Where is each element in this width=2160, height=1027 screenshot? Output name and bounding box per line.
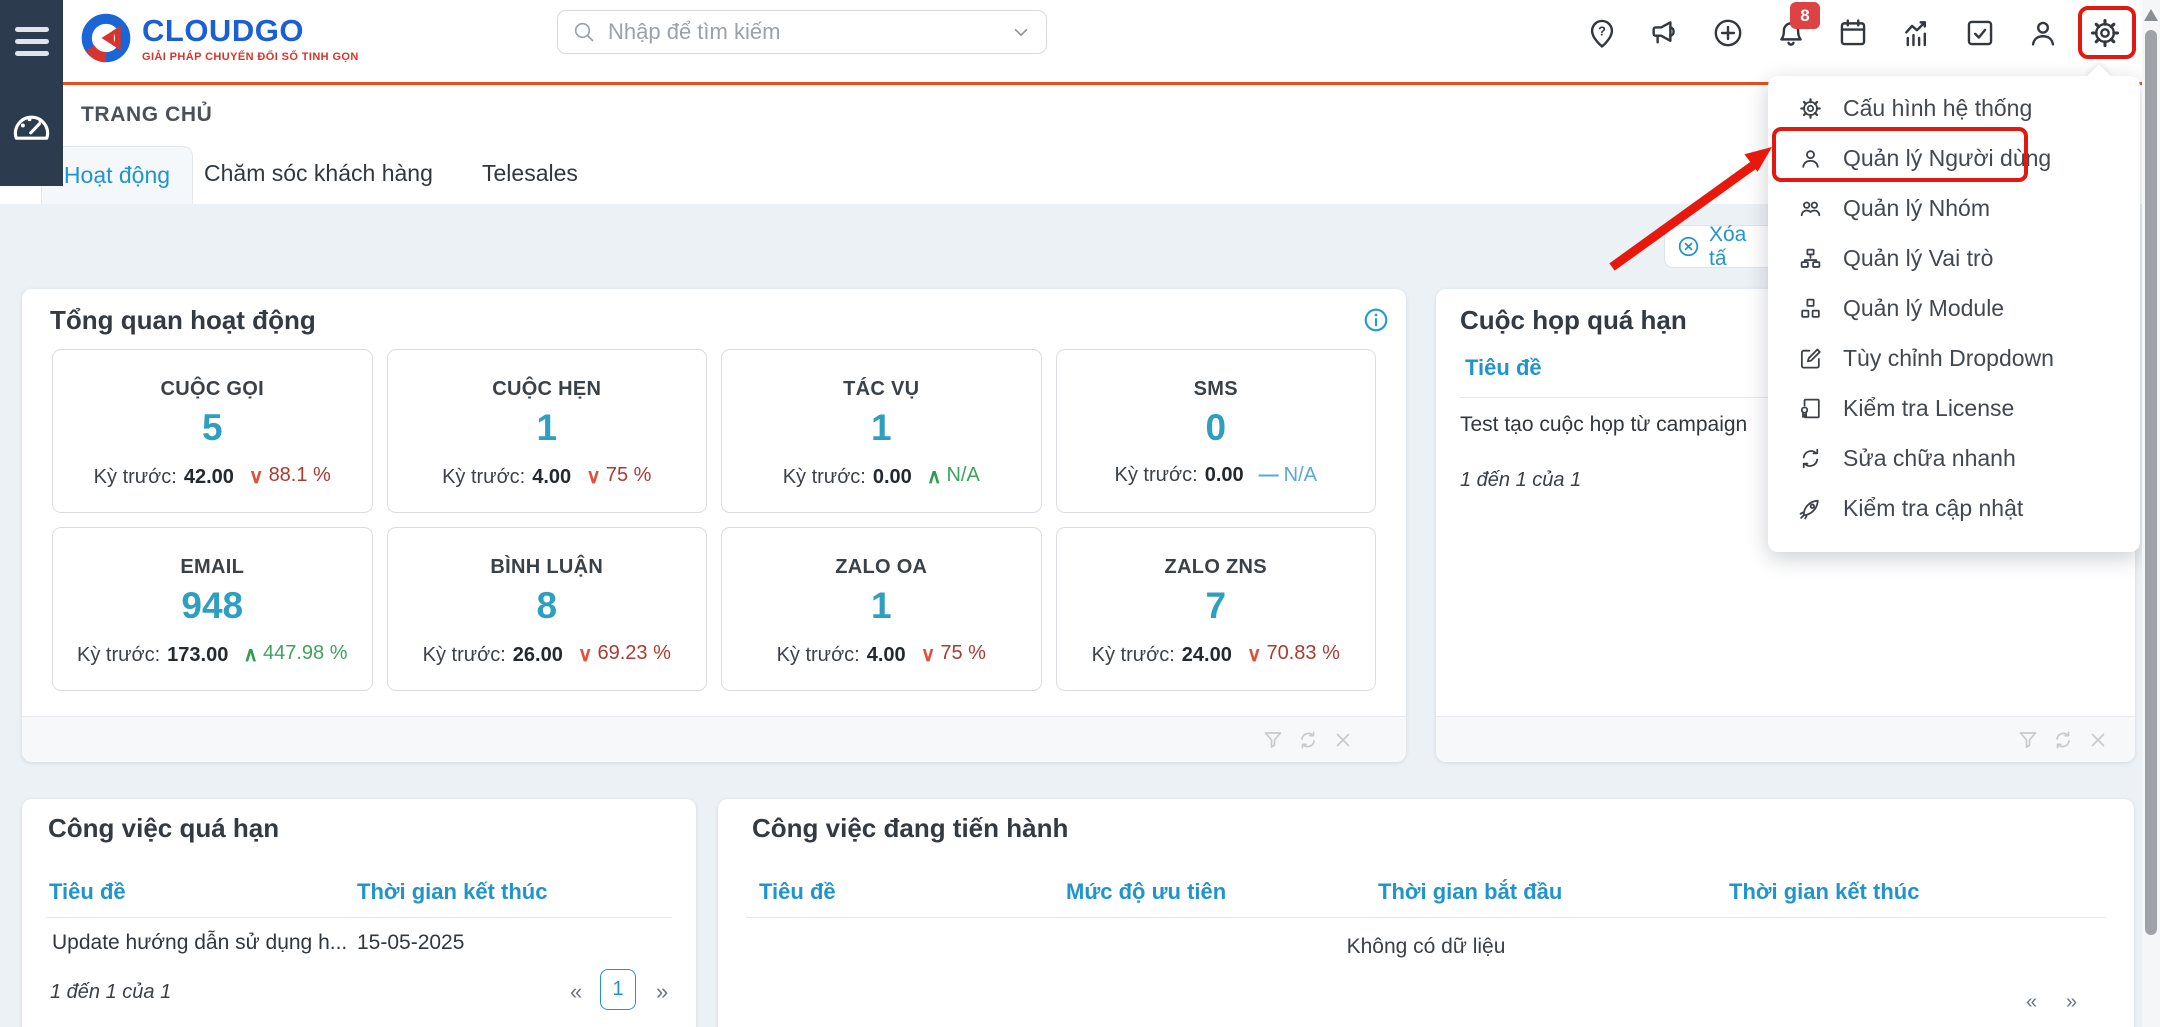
pagination-label: 1 đến 1 của 1: [1460, 469, 1581, 492]
gear-icon[interactable]: [2083, 11, 2127, 55]
dashboard-gauge-icon[interactable]: [8, 100, 55, 147]
menu-item-kiem-tra-cap-nhat[interactable]: Kiểm tra cập nhật: [1768, 483, 2140, 533]
pagination-label: 1 đến 1 của 1: [50, 981, 171, 1004]
rocket-icon: [1798, 496, 1823, 521]
cloudgo-logo: CLOUDGO GIẢI PHÁP CHUYỂN ĐỔI SỐ TINH GỌN: [80, 12, 359, 64]
hierarchy-icon: [1798, 246, 1823, 271]
tab-hoat-dong[interactable]: Hoạt động: [41, 146, 193, 204]
tab-cham-soc-khach-hang[interactable]: Chăm sóc khách hàng: [204, 160, 433, 187]
map-pin-help-icon[interactable]: ?: [1580, 11, 1624, 55]
stat-card-tac-vu: TÁC VỤ 1 Kỳ trước:0.00∧N/A: [721, 349, 1042, 513]
close-icon[interactable]: [1332, 729, 1354, 751]
panel-title: Công việc quá hạn: [48, 813, 279, 844]
column-header-title[interactable]: Tiêu đề: [759, 879, 836, 905]
menu-item-quan-ly-vai-tro[interactable]: Quản lý Vai trò: [1768, 233, 2140, 283]
refresh-icon[interactable]: [1297, 729, 1319, 751]
chevron-down-icon[interactable]: [1010, 21, 1032, 43]
stat-card-zalo-oa: ZALO OA 1 Kỳ trước:4.00∨75 %: [721, 527, 1042, 691]
panel-footer: [1436, 716, 2135, 762]
svg-text:?: ?: [1598, 24, 1606, 39]
user-icon[interactable]: [2021, 11, 2065, 55]
column-header-title[interactable]: Tiêu đề: [49, 879, 126, 905]
top-header: CLOUDGO GIẢI PHÁP CHUYỂN ĐỔI SỐ TINH GỌN…: [0, 0, 2160, 85]
meeting-row[interactable]: Test tạo cuộc họp từ campaign: [1460, 413, 1747, 437]
stat-card-sms: SMS 0 Kỳ trước:0.00—N/A: [1056, 349, 1377, 513]
next-page-button[interactable]: »: [656, 979, 668, 1005]
menu-item-quan-ly-nhom[interactable]: Quản lý Nhóm: [1768, 183, 2140, 233]
overdue-tasks-panel: Công việc quá hạn Tiêu đề Thời gian kết …: [22, 799, 696, 1027]
brand-name: CLOUDGO: [142, 13, 359, 49]
menu-item-tuy-chinh-dropdown[interactable]: Tùy chỉnh Dropdown: [1768, 333, 2140, 383]
activity-overview-panel: Tổng quan hoạt động CUỘC GỌI 5 Kỳ trước:…: [22, 289, 1406, 762]
scrollbar-thumb[interactable]: [2145, 30, 2157, 935]
clear-all-button[interactable]: Xóa tấ: [1664, 225, 1782, 268]
prev-page-button[interactable]: «: [570, 979, 582, 1005]
cloudgo-logo-icon: [80, 12, 132, 64]
refresh-icon: [1798, 446, 1823, 471]
settings-dropdown-menu: Cấu hình hệ thống Quản lý Người dùng Quả…: [1768, 76, 2140, 552]
calendar-icon[interactable]: [1831, 11, 1875, 55]
megaphone-icon[interactable]: [1642, 11, 1686, 55]
sidebar: [0, 0, 63, 186]
clear-circle-x-icon: [1677, 235, 1700, 258]
filter-icon[interactable]: [1262, 729, 1284, 751]
stat-card-cuoc-goi: CUỘC GỌI 5 Kỳ trước:42.00∨88.1 %: [52, 349, 373, 513]
stat-cards-grid: CUỘC GỌI 5 Kỳ trước:42.00∨88.1 % CUỘC HẸ…: [52, 349, 1376, 691]
column-header-end-time[interactable]: Thời gian kết thúc: [357, 879, 547, 905]
edit-icon: [1798, 346, 1823, 371]
inprogress-tasks-panel: Công việc đang tiến hành Tiêu đề Mức độ …: [718, 799, 2134, 1027]
panel-title: Tổng quan hoạt động: [50, 305, 316, 336]
search-input[interactable]: [608, 19, 998, 45]
menu-item-kiem-tra-license[interactable]: Kiểm tra License: [1768, 383, 2140, 433]
notification-badge: 8: [1790, 2, 1820, 29]
gear-icon: [1798, 96, 1823, 121]
license-icon: [1798, 396, 1823, 421]
menu-item-sua-chua-nhanh[interactable]: Sửa chữa nhanh: [1768, 433, 2140, 483]
global-search: [557, 10, 1047, 54]
user-icon: [1798, 146, 1823, 171]
filter-icon[interactable]: [2017, 729, 2039, 751]
task-row-title[interactable]: Update hướng dẫn sử dụng h...: [52, 931, 347, 955]
column-header-end-time[interactable]: Thời gian kết thúc: [1729, 879, 1919, 905]
column-header-title[interactable]: Tiêu đề: [1465, 355, 1542, 381]
tab-telesales[interactable]: Telesales: [482, 160, 578, 187]
next-page-button[interactable]: »: [2066, 991, 2077, 1014]
prev-page-button[interactable]: «: [2026, 991, 2037, 1014]
menu-item-quan-ly-nguoi-dung[interactable]: Quản lý Người dùng: [1768, 133, 2140, 183]
hamburger-menu-icon[interactable]: [10, 16, 54, 66]
modules-icon: [1798, 296, 1823, 321]
stat-card-email: EMAIL 948 Kỳ trước:173.00∧447.98 %: [52, 527, 373, 691]
menu-item-cau-hinh-he-thong[interactable]: Cấu hình hệ thống: [1768, 83, 2140, 133]
info-icon[interactable]: [1362, 306, 1390, 334]
users-group-icon: [1798, 196, 1823, 221]
panel-footer: [22, 716, 1406, 762]
tasks-check-icon[interactable]: [1958, 11, 2002, 55]
stat-card-zalo-zns: ZALO ZNS 7 Kỳ trước:24.00∨70.83 %: [1056, 527, 1377, 691]
menu-item-quan-ly-module[interactable]: Quản lý Module: [1768, 283, 2140, 333]
close-icon[interactable]: [2087, 729, 2109, 751]
refresh-icon[interactable]: [2052, 729, 2074, 751]
column-header-start-time[interactable]: Thời gian bắt đầu: [1378, 879, 1562, 905]
plus-circle-icon[interactable]: [1706, 11, 1750, 55]
empty-state-text: Không có dữ liệu: [718, 935, 2134, 959]
analytics-icon[interactable]: [1895, 11, 1939, 55]
page-number-button[interactable]: 1: [600, 969, 636, 1010]
search-icon: [572, 20, 596, 44]
scroll-up-arrow[interactable]: [2144, 9, 2158, 21]
panel-title: Công việc đang tiến hành: [752, 813, 1068, 844]
page-title: TRANG CHỦ: [81, 103, 212, 127]
stat-card-cuoc-hen: CUỘC HẸN 1 Kỳ trước:4.00∨75 %: [387, 349, 708, 513]
panel-title: Cuộc họp quá hạn: [1460, 305, 1687, 336]
stat-card-binh-luan: BÌNH LUẬN 8 Kỳ trước:26.00∨69.23 %: [387, 527, 708, 691]
scrollbar[interactable]: [2142, 0, 2160, 1027]
task-row-end-time: 15-05-2025: [357, 931, 464, 955]
app-screen: CLOUDGO GIẢI PHÁP CHUYỂN ĐỔI SỐ TINH GỌN…: [0, 0, 2160, 1027]
column-header-priority[interactable]: Mức độ ưu tiên: [1066, 879, 1226, 905]
brand-tagline: GIẢI PHÁP CHUYỂN ĐỔI SỐ TINH GỌN: [142, 51, 359, 63]
